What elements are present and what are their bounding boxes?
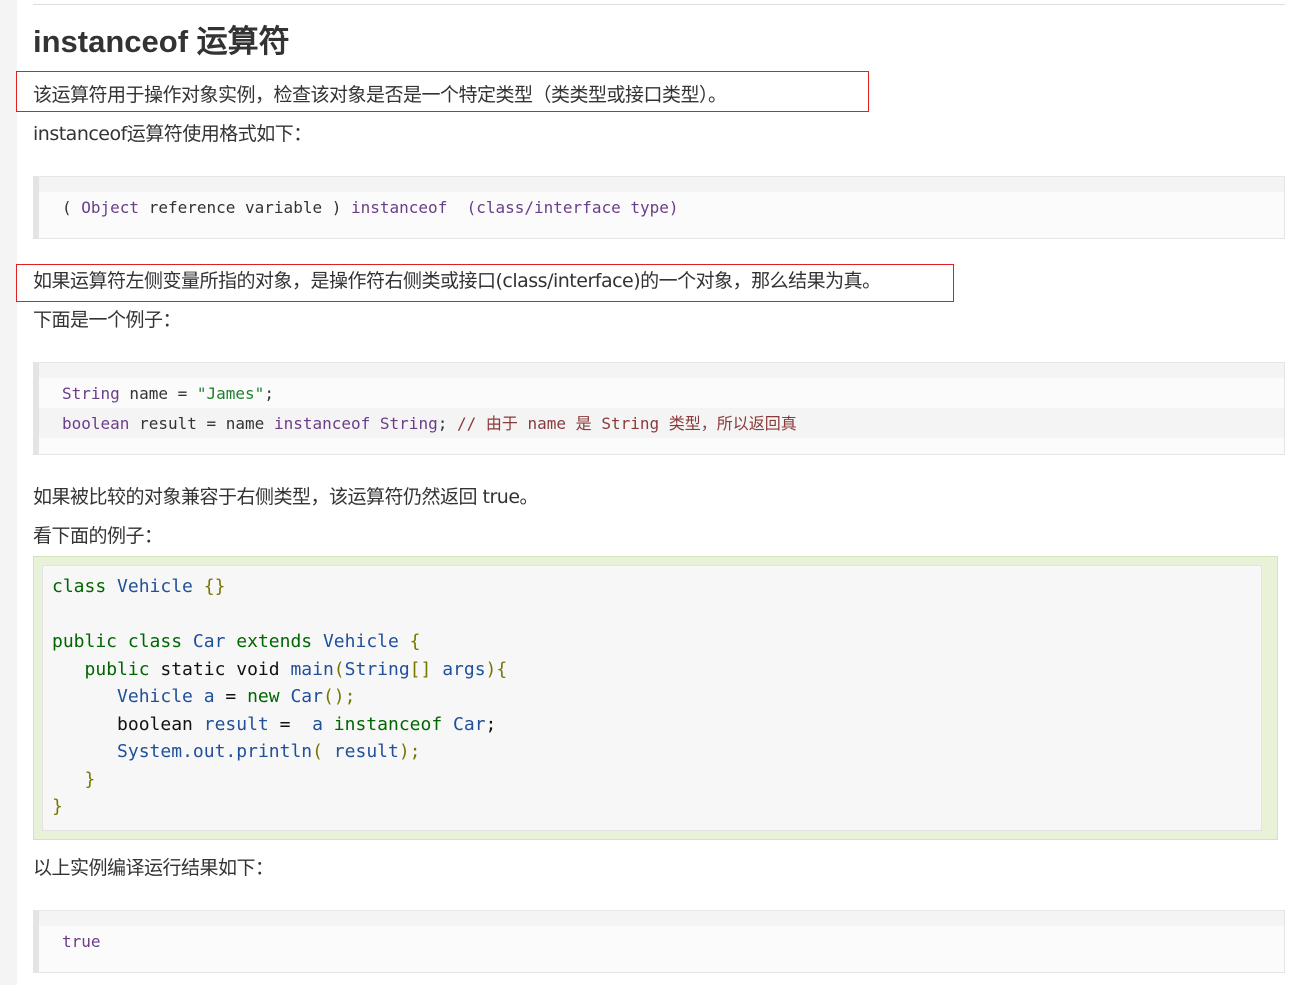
example2-line-5: boolean result = a instanceof Car; <box>117 714 497 735</box>
example2-line-7: } <box>84 769 96 790</box>
format-label: instanceof运算符使用格式如下： <box>33 123 312 145</box>
top-divider <box>33 4 1285 5</box>
syntax-code-block: ( Object reference variable ) instanceof… <box>33 176 1285 239</box>
section-heading: instanceof 运算符 <box>33 24 290 59</box>
see-label: 看下面的例子： <box>33 525 163 547</box>
intro-paragraph: 该运算符用于操作对象实例，检查该对象是否是一个特定类型（类类型或接口类型）。 <box>33 84 727 106</box>
example1-line-1: String name = "James"; <box>62 384 274 403</box>
syntax-line: ( Object reference variable ) instanceof… <box>62 198 679 217</box>
example2-line-6: System.out.println( result); <box>117 741 421 762</box>
compat-paragraph: 如果被比较的对象兼容于右侧类型，该运算符仍然返回 true。 <box>33 486 539 508</box>
example2-code-block: class Vehicle {} public class Car extend… <box>42 565 1262 831</box>
left-gutter <box>0 0 17 985</box>
example1-code-block: String name = "James"; boolean result = … <box>33 362 1285 455</box>
result-label: 以上实例编译运行结果如下： <box>33 857 274 879</box>
example2-line-2: public class Car extends Vehicle { <box>52 631 421 652</box>
example2-line-4: Vehicle a = new Car(); <box>117 686 356 707</box>
example2-line-8: } <box>52 796 63 817</box>
output-line: true <box>62 932 101 951</box>
example-label: 下面是一个例子： <box>33 309 182 331</box>
example1-line-2: boolean result = name instanceof String;… <box>62 414 797 433</box>
rule-paragraph: 如果运算符左侧变量所指的对象，是操作符右侧类或接口(class/interfac… <box>33 270 881 292</box>
example2-line-1: class Vehicle {} <box>52 576 226 597</box>
example2-code-frame: class Vehicle {} public class Car extend… <box>33 556 1278 840</box>
example2-line-3: public static void main(String[] args){ <box>84 659 508 680</box>
output-code-block: true <box>33 910 1285 973</box>
